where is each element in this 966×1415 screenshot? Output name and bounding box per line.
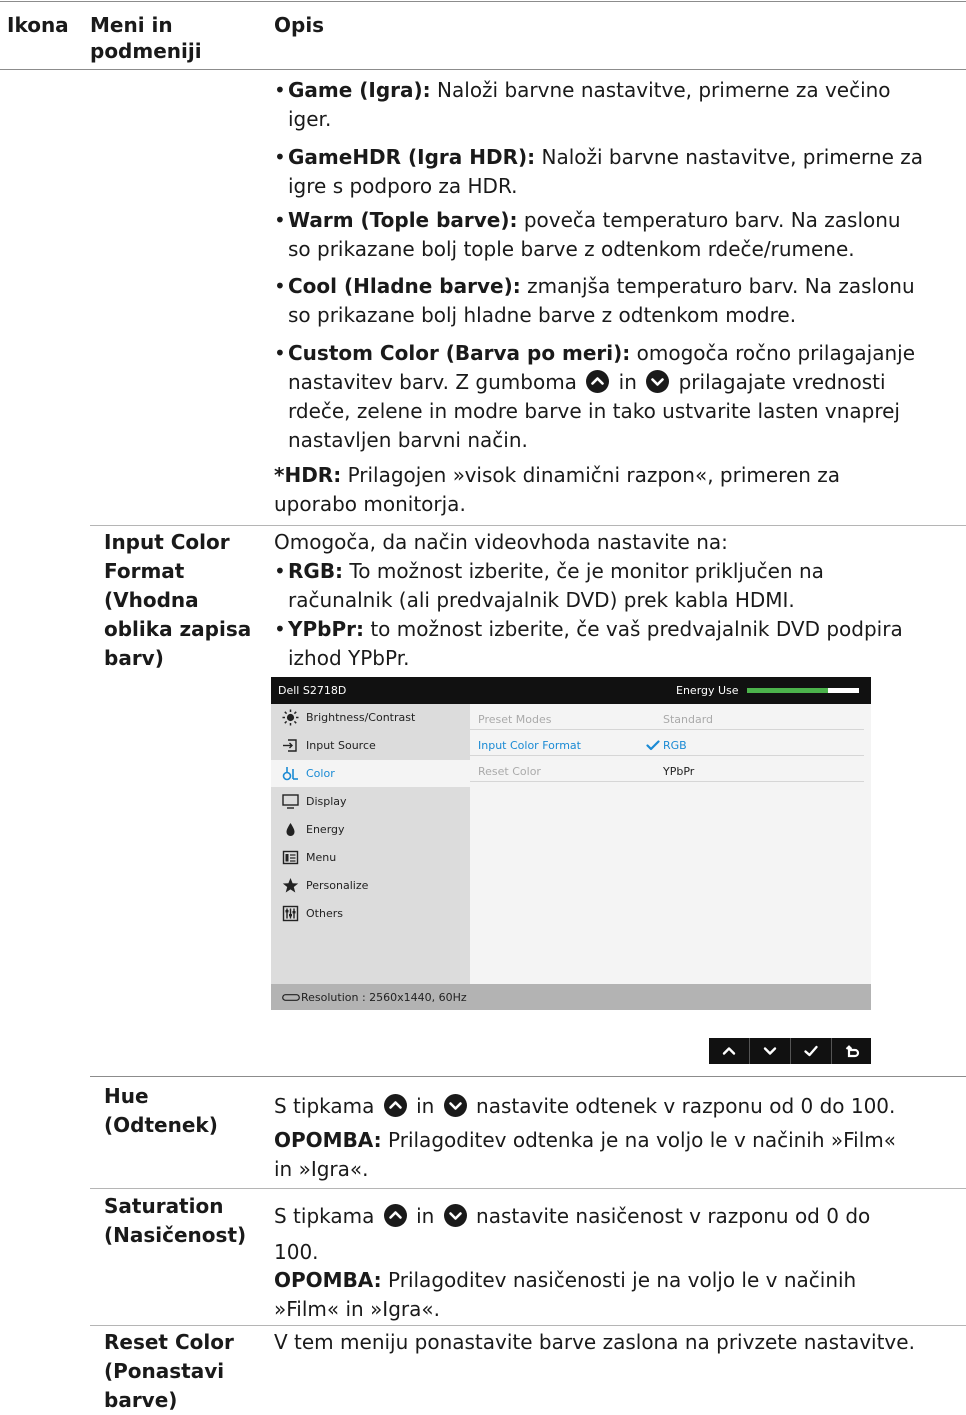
back-icon bbox=[845, 1045, 860, 1058]
list-item: • GameHDR (Igra HDR): Naloži barvne nast… bbox=[274, 145, 924, 198]
list-item: • RGB: To možnost izberite, če je monito… bbox=[274, 559, 824, 612]
nav-back-button[interactable] bbox=[832, 1038, 872, 1064]
saturation-description: S tipkama in nastavite nasičenost v razp… bbox=[274, 1204, 871, 1228]
row-divider bbox=[90, 1076, 966, 1077]
row-divider bbox=[90, 525, 966, 526]
osd-model-name: Dell S2718D bbox=[278, 684, 347, 697]
hdmi-cable-icon bbox=[282, 994, 300, 1001]
osd-row-input-color-format[interactable]: Input Color Format RGB bbox=[470, 730, 864, 756]
osd-content: Preset Modes Standard Input Color Format… bbox=[470, 704, 871, 984]
up-button-icon bbox=[383, 1204, 407, 1227]
hue-note: OPOMBA: Prilagoditev odtenka je na voljo… bbox=[274, 1128, 897, 1181]
saturation-line2: 100. bbox=[274, 1240, 319, 1264]
brightness-icon bbox=[282, 709, 299, 726]
osd-energy-label: Energy Use bbox=[676, 684, 739, 697]
osd-item-color[interactable]: Color bbox=[271, 760, 470, 787]
list-item: • YPbPr: to možnost izberite, če vaš pre… bbox=[274, 617, 903, 670]
osd-energy-bar bbox=[747, 688, 859, 693]
osd-item-input-source[interactable]: Input Source bbox=[271, 732, 470, 759]
osd-sidebar: Brightness/Contrast Input Source Color D… bbox=[271, 704, 470, 984]
energy-icon bbox=[286, 823, 295, 836]
down-button-icon bbox=[443, 1094, 467, 1117]
list-item: • Custom Color (Barva po meri): omogoča … bbox=[274, 341, 916, 452]
down-button-icon bbox=[443, 1204, 467, 1227]
up-button-icon bbox=[586, 370, 610, 393]
menu-reset-color: Reset Color (Ponastavi barve) bbox=[104, 1330, 234, 1412]
input-color-intro: Omogoča, da način videovhoda nastavite n… bbox=[274, 530, 728, 554]
input-source-icon bbox=[283, 739, 297, 752]
down-button-icon bbox=[646, 370, 670, 393]
saturation-note: OPOMBA: Prilagoditev nasičenosti je na v… bbox=[274, 1268, 857, 1321]
reset-color-description: V tem meniju ponastavite barve zaslona n… bbox=[274, 1330, 915, 1354]
row-divider bbox=[90, 1188, 966, 1189]
osd-nav-buttons bbox=[709, 1038, 871, 1064]
osd-item-display[interactable]: Display bbox=[271, 788, 470, 815]
list-item: • Game (Igra): Naloži barvne nastavitve,… bbox=[274, 78, 891, 131]
osd-menu-screenshot: Dell S2718D Energy Use Brightness/Contra… bbox=[271, 677, 871, 1010]
nav-down-button[interactable] bbox=[750, 1038, 791, 1064]
osd-resolution: Resolution : 2560x1440, 60Hz bbox=[301, 991, 467, 1004]
header-menu-column-line2: podmeniji bbox=[90, 39, 202, 63]
checkmark-icon bbox=[646, 740, 660, 751]
nav-up-button[interactable] bbox=[709, 1038, 750, 1064]
row-divider bbox=[90, 1325, 966, 1326]
menu-hue: Hue (Odtenek) bbox=[104, 1084, 218, 1137]
checkmark-icon bbox=[804, 1045, 818, 1057]
osd-item-personalize[interactable]: Personalize bbox=[271, 872, 470, 899]
osd-row-reset-color[interactable]: Reset Color YPbPr bbox=[470, 756, 864, 782]
list-item: • Cool (Hladne barve): zmanjša temperatu… bbox=[274, 274, 915, 327]
menu-input-color-format: Input Color Format (Vhodna oblika zapisa… bbox=[104, 530, 252, 670]
menu-saturation: Saturation (Nasičenost) bbox=[104, 1194, 247, 1247]
osd-item-energy[interactable]: Energy bbox=[271, 816, 470, 843]
color-icon bbox=[282, 767, 298, 781]
header-menu-column-line1: Meni in bbox=[90, 13, 173, 37]
header-icon-column: Ikona bbox=[7, 13, 69, 37]
display-icon bbox=[282, 794, 299, 809]
others-icon bbox=[282, 905, 299, 922]
header-bottom-rule bbox=[0, 69, 966, 70]
table-top-rule bbox=[0, 1, 966, 2]
up-button-icon bbox=[383, 1094, 407, 1117]
osd-row-preset-modes[interactable]: Preset Modes Standard bbox=[470, 704, 864, 730]
list-item: • Warm (Tople barve): poveča temperaturo… bbox=[274, 208, 901, 261]
osd-title-bar: Dell S2718D Energy Use bbox=[271, 677, 871, 704]
nav-confirm-button[interactable] bbox=[791, 1038, 832, 1064]
osd-item-brightness-contrast[interactable]: Brightness/Contrast bbox=[271, 704, 470, 731]
hue-description: S tipkama in nastavite odtenek v razponu… bbox=[274, 1094, 896, 1118]
chevron-up-icon bbox=[722, 1047, 736, 1055]
osd-status-bar: Resolution : 2560x1440, 60Hz bbox=[271, 984, 871, 1010]
header-description-column: Opis bbox=[274, 13, 325, 37]
chevron-down-icon bbox=[763, 1047, 777, 1055]
osd-item-menu[interactable]: Menu bbox=[271, 844, 470, 871]
star-icon bbox=[282, 878, 299, 893]
osd-item-others[interactable]: Others bbox=[271, 900, 470, 927]
menu-icon bbox=[282, 850, 299, 865]
hdr-note: *HDR: Prilagojen »visok dinamični razpon… bbox=[274, 463, 841, 516]
